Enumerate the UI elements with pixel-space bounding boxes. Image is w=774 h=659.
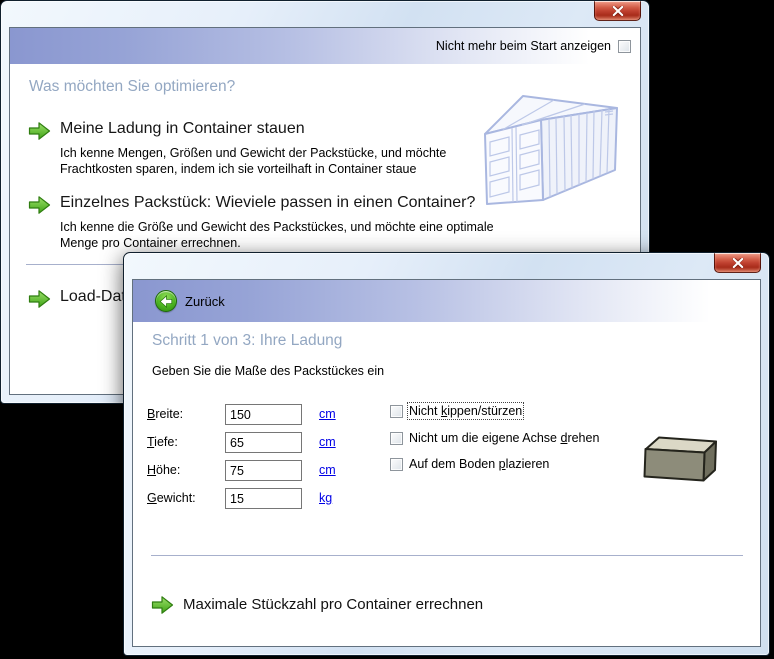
no-rotation-label: Nicht um die eigene Achse drehen — [409, 431, 599, 445]
weight-label: Gewicht: — [147, 491, 196, 505]
weight-label-key: G — [147, 491, 157, 505]
back-button-label[interactable]: Zurück — [185, 294, 225, 309]
step-heading: Schritt 1 von 3: Ihre Ladung — [152, 332, 342, 350]
option1-arrow-icon[interactable] — [28, 121, 51, 141]
step1-dialog-content: Zurück Schritt 1 von 3: Ihre Ladung Gebe… — [132, 279, 761, 647]
floor-placement-checkbox[interactable] — [390, 458, 403, 471]
close-icon — [612, 6, 624, 16]
depth-label: Tiefe: — [147, 435, 178, 449]
back-dialog-heading: Was möchten Sie optimieren? — [29, 78, 235, 96]
option-stow-cargo-desc1: Ich kenne Mengen, Größen und Gewicht der… — [60, 145, 446, 161]
weight-unit-link[interactable]: kg — [319, 491, 332, 505]
floor-placement-checkbox-row[interactable]: Auf dem Boden plazieren — [390, 457, 549, 471]
weight-field[interactable] — [225, 488, 302, 509]
step1-banner: Zurück — [133, 280, 760, 322]
option-single-package[interactable]: Einzelnes Packstück: Wieviele passen in … — [60, 194, 475, 212]
option2-arrow-icon[interactable] — [28, 195, 51, 215]
floor-placement-label: Auf dem Boden plazieren — [409, 457, 549, 471]
depth-field[interactable] — [225, 432, 302, 453]
no-tipping-label: Nicht kippen/stürzen — [409, 404, 522, 418]
no-rotation-checkbox-row[interactable]: Nicht um die eigene Achse drehen — [390, 431, 599, 445]
option3-arrow-icon[interactable] — [28, 289, 51, 309]
no-tipping-checkbox[interactable] — [390, 405, 403, 418]
option-single-package-desc2: Menge pro Container errechnen. — [60, 235, 241, 251]
option-stow-cargo[interactable]: Meine Ladung in Container stauen — [60, 120, 305, 138]
instruction-text: Geben Sie die Maße des Packstückes ein — [152, 364, 384, 378]
close-button[interactable] — [594, 1, 641, 21]
width-label-rest: reite: — [155, 407, 183, 421]
depth-unit-link[interactable]: cm — [319, 435, 336, 449]
start-dialog-banner: Nicht mehr beim Start anzeigen — [10, 28, 640, 64]
back-arrow-icon — [159, 295, 173, 308]
height-label-rest: öhe: — [156, 463, 180, 477]
no-tipping-checkbox-row[interactable]: Nicht kippen/stürzen — [390, 404, 522, 418]
width-field[interactable] — [225, 404, 302, 425]
close-button[interactable] — [714, 253, 761, 273]
width-label: Breite: — [147, 407, 183, 421]
back-button[interactable] — [155, 290, 177, 312]
step1-dialog-window: Zurück Schritt 1 von 3: Ihre Ladung Gebe… — [123, 252, 770, 656]
dont-show-again-label: Nicht mehr beim Start anzeigen — [436, 39, 611, 53]
height-unit-link[interactable]: cm — [319, 463, 336, 477]
calculate-arrow-icon[interactable] — [151, 595, 174, 615]
option-single-package-desc1: Ich kenne die Größe und Gewicht des Pack… — [60, 219, 494, 235]
calculate-action[interactable]: Maximale Stückzahl pro Container errechn… — [183, 596, 483, 613]
height-label: Höhe: — [147, 463, 180, 477]
option-stow-cargo-desc2: Frachtkosten sparen, indem ich sie vorte… — [60, 161, 416, 177]
width-unit-link[interactable]: cm — [319, 407, 336, 421]
close-icon — [732, 258, 744, 268]
weight-label-rest: ewicht: — [157, 491, 196, 505]
height-field[interactable] — [225, 460, 302, 481]
container-watermark-image — [479, 84, 635, 206]
depth-label-rest: iefe: — [154, 435, 178, 449]
no-rotation-checkbox[interactable] — [390, 432, 403, 445]
height-label-key: H — [147, 463, 156, 477]
package-preview-image — [641, 433, 723, 487]
divider — [151, 555, 743, 556]
dont-show-again-checkbox[interactable] — [618, 40, 631, 53]
